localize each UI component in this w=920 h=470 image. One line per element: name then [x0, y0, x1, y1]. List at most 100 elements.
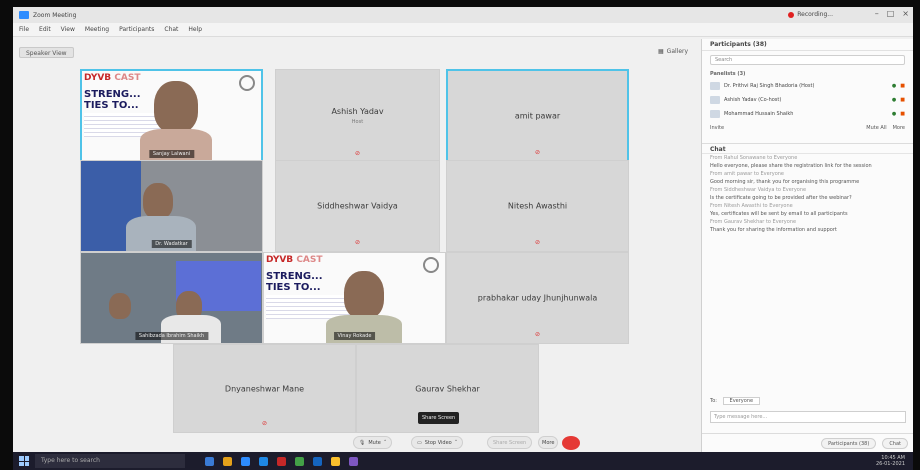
video-tile[interactable]: Ashish Yadav Host ⊘ — [275, 69, 440, 163]
recording-indicator[interactable]: Recording... — [788, 11, 833, 18]
screen: Zoom Meeting Recording... – □ × File Edi… — [0, 0, 920, 470]
task-view-icon[interactable] — [205, 456, 214, 466]
participant-row[interactable]: Ashish Yadav (Co-host) ● ■ — [702, 93, 913, 107]
chat-message: Good morning sir, thank you for organisi… — [710, 179, 860, 185]
share-screen-button[interactable]: Share Screen — [487, 436, 533, 449]
participant-face — [143, 183, 173, 219]
chat-sender: From Rahul Sonawane to Everyone — [710, 155, 798, 161]
video-name-label: Sanjay Lalwani — [148, 150, 195, 158]
more-options-button[interactable]: More — [893, 125, 905, 131]
muted-mic-icon: ⊘ — [534, 239, 541, 246]
video-name-label: Sahibzada Ibrahim Shaikh — [134, 332, 209, 340]
record-dot-icon — [788, 11, 795, 18]
media-icon[interactable] — [277, 456, 286, 466]
participant-actions: Invite Mute All More — [702, 123, 913, 133]
window-title: Zoom Meeting — [33, 11, 77, 19]
menu-chat[interactable]: Chat — [164, 26, 178, 33]
mute-button[interactable]: 🎙 Mute ˄ — [353, 436, 393, 449]
camera-icon[interactable]: ■ — [900, 111, 905, 117]
participants-header: Participants (38) — [702, 39, 913, 51]
chat-sender: From Nitesh Awasthi to Everyone — [710, 203, 793, 209]
menu-edit[interactable]: Edit — [39, 26, 51, 33]
more-button[interactable]: More — [538, 436, 559, 449]
participant-name: Gaurav Shekhar — [415, 384, 480, 393]
word-icon[interactable] — [313, 456, 322, 466]
participant-name: Nitesh Awasthi — [507, 201, 568, 211]
menu-view[interactable]: View — [61, 26, 75, 33]
gallery-layout-button[interactable]: ▦ Gallery — [658, 48, 688, 55]
video-tile[interactable]: Nitesh Awasthi ⊘ — [446, 160, 629, 252]
chat-sender: From Gaurav Shekhar to Everyone — [710, 219, 797, 225]
video-tile[interactable]: Siddheshwar Vaidya ⊘ — [275, 160, 440, 252]
video-tile[interactable]: Dnyaneshwar Mane ⊘ — [173, 344, 356, 433]
taskbar-search-input[interactable]: Type here to search — [35, 454, 185, 468]
excel-icon[interactable] — [295, 456, 304, 466]
chat-sender: From amit pawar to Everyone — [710, 171, 785, 177]
microphone-icon[interactable]: ● — [892, 83, 896, 89]
menu-participants[interactable]: Participants — [119, 26, 154, 33]
video-grid: DYVB CAST STRENG... TIES TO... Sanjay Lal… — [13, 63, 701, 433]
menu-bar: File Edit View Meeting Participants Chat… — [13, 23, 913, 37]
camera-icon[interactable]: ■ — [900, 97, 905, 103]
slide-brand: DYVB CAST — [266, 255, 323, 265]
avatar — [710, 82, 720, 90]
microphone-icon[interactable]: ● — [892, 111, 896, 117]
chevron-up-icon: ˄ — [383, 439, 387, 446]
participant-row[interactable]: Mohammad Hussain Shaikh ● ■ — [702, 107, 913, 121]
edge-icon[interactable] — [259, 456, 268, 466]
meeting-toolbar: 🎙 Mute ˄ ▭ Stop Video ˄ Share Screen Mor… — [13, 433, 701, 452]
menu-file[interactable]: File — [19, 26, 29, 33]
layout-label: Gallery — [666, 48, 689, 55]
panelists-section: Panelists (3) — [710, 71, 746, 77]
muted-mic-icon: ⊘ — [534, 331, 541, 338]
muted-mic-icon: ⊘ — [534, 149, 541, 156]
video-tile-presenter-slide[interactable]: DYVB CAST STRENG... TIES TO... Vinay Roka… — [263, 252, 446, 344]
panel-participants-button[interactable]: Participants (38) — [821, 437, 877, 449]
taskbar-apps — [205, 456, 358, 466]
zoom-icon[interactable] — [241, 456, 250, 466]
participants-panel: Participants (38) Search Panelists (3) D… — [701, 39, 913, 452]
file-explorer-icon[interactable] — [223, 456, 232, 466]
participant-name: Mohammad Hussain Shaikh — [724, 111, 794, 117]
chat-message-input[interactable]: Type message here... — [710, 411, 906, 423]
recipient-select[interactable]: Everyone — [722, 397, 761, 405]
participant-name: Dnyaneshwar Mane — [224, 384, 305, 393]
participant-name: prabhakar uday Jhunjhunwala — [477, 293, 598, 303]
video-name-label: Vinay Rokade — [333, 332, 376, 340]
speaker-view-button[interactable]: Speaker View — [19, 47, 74, 58]
minimize-icon[interactable]: – — [875, 9, 879, 18]
panel-chat-button[interactable]: Chat — [882, 437, 908, 449]
camera-icon[interactable]: ■ — [900, 83, 905, 89]
participant-row[interactable]: Dr. Prithvi Raj Singh Bhadoria (Host) ● ■ — [702, 79, 913, 93]
close-icon[interactable]: × — [902, 9, 909, 18]
participant-face — [109, 293, 131, 319]
chat-header: Chat — [702, 143, 913, 154]
camera-icon: ▭ — [417, 439, 422, 446]
slide-logo-icon — [239, 75, 255, 91]
video-tile-camera[interactable]: Sahibzada Ibrahim Shaikh — [80, 252, 263, 344]
video-tile[interactable]: prabhakar uday Jhunjhunwala ⊘ — [446, 252, 629, 344]
system-clock[interactable]: 10:45 AM 26-01-2021 — [876, 455, 905, 467]
menu-help[interactable]: Help — [188, 26, 202, 33]
muted-mic-icon: ⊘ — [354, 150, 361, 157]
video-tile-active-speaker[interactable]: amit pawar ⊘ — [446, 69, 629, 163]
folder-icon[interactable] — [331, 456, 340, 466]
chat-message: Is the certificate going to be provided … — [710, 195, 852, 201]
participant-name: Siddheshwar Vaidya — [317, 201, 398, 211]
invite-button[interactable]: Invite — [710, 125, 724, 131]
video-tile-presenter-slide[interactable]: DYVB CAST STRENG... TIES TO... Sanjay Lal… — [80, 69, 263, 163]
windows-start-icon[interactable] — [19, 456, 29, 466]
menu-meeting[interactable]: Meeting — [85, 26, 109, 33]
video-tile-camera[interactable]: Dr. Wadatkar — [80, 160, 263, 252]
participant-search-input[interactable]: Search — [710, 55, 905, 65]
participant-face — [344, 271, 384, 319]
mute-all-button[interactable]: Mute All — [866, 125, 886, 131]
grid-icon: ▦ — [658, 48, 664, 55]
slide-headline: STRENG... TIES TO... — [266, 271, 323, 293]
maximize-icon[interactable]: □ — [887, 9, 895, 18]
app-icon[interactable] — [349, 456, 358, 466]
stop-video-button[interactable]: ▭ Stop Video ˄ — [411, 436, 464, 449]
microphone-icon[interactable]: ● — [892, 97, 896, 103]
slide-brand: DYVB CAST — [84, 73, 141, 83]
leave-meeting-button[interactable] — [562, 436, 580, 450]
